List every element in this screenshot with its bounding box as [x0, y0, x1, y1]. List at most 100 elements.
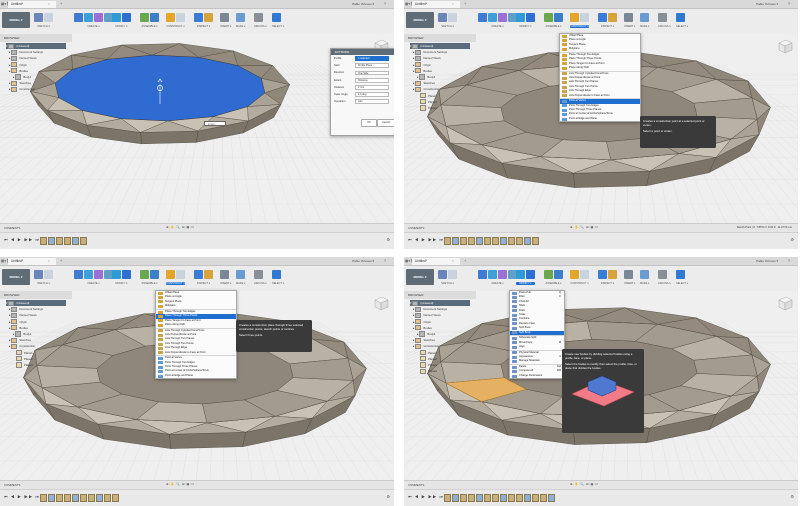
ribbon-group-select[interactable]: SELECT ▾: [676, 11, 688, 33]
tool-icon[interactable]: [438, 13, 447, 22]
tool-icon[interactable]: [150, 270, 159, 279]
ribbon-group-label[interactable]: INSERT ▾: [220, 25, 231, 28]
ribbon-group-insert[interactable]: INSERT ▾: [624, 268, 635, 290]
new-tab-icon[interactable]: +: [60, 1, 62, 7]
tool-icon[interactable]: [236, 270, 245, 279]
menu-item[interactable]: Split Body: [510, 330, 564, 335]
user-menu[interactable]: Pablo Virtuoso ▾: [756, 1, 778, 7]
comments-label[interactable]: COMMENTS: [4, 481, 20, 489]
view-cube[interactable]: [776, 37, 794, 55]
ribbon-group-label[interactable]: MODIFY ▾: [112, 25, 131, 28]
view-cube[interactable]: [372, 294, 390, 312]
ribbon-group-insert[interactable]: INSERT ▾: [624, 11, 635, 33]
user-menu[interactable]: Pablo Virtuoso ▾: [352, 258, 374, 264]
ribbon-group-create[interactable]: CREATE ▾: [478, 268, 517, 290]
gear-icon[interactable]: ⚙: [386, 494, 390, 499]
timeline-feature-icon[interactable]: [452, 237, 459, 245]
help-icon[interactable]: ?: [384, 1, 386, 7]
timeline-feature-icon[interactable]: [484, 494, 491, 502]
comments-label[interactable]: COMMENTS: [408, 224, 424, 232]
tool-icon[interactable]: [254, 13, 263, 22]
visibility-eye-icon[interactable]: ▸: [9, 68, 10, 74]
menu-item[interactable]: Point at Edge and Plane: [156, 374, 236, 378]
browser-panel-header[interactable]: BROWSER: [0, 34, 72, 42]
timeline-feature-icon[interactable]: [476, 237, 483, 245]
tool-icon[interactable]: [624, 270, 633, 279]
ribbon-group-sketch[interactable]: SKETCH ▾: [34, 268, 53, 290]
ribbon-group-select[interactable]: SELECT ▾: [676, 268, 688, 290]
ribbon-group-assemble[interactable]: ASSEMBLE ▾: [544, 268, 563, 290]
timeline-feature-icon[interactable]: [500, 237, 507, 245]
timeline-feature-icon[interactable]: [468, 237, 475, 245]
tool-icon[interactable]: [438, 270, 447, 279]
tool-icon[interactable]: [526, 13, 535, 22]
ribbon-group-label[interactable]: SELECT ▾: [272, 282, 284, 285]
ribbon-group-construct[interactable]: CONSTRUCT ▾: [166, 11, 185, 33]
tool-icon[interactable]: [122, 13, 131, 22]
browser-panel-header[interactable]: BROWSER: [404, 34, 476, 42]
ribbon-group-inspect[interactable]: INSPECT ▾: [194, 11, 213, 33]
tool-icon[interactable]: [580, 270, 589, 279]
browser-tree-item[interactable]: Plane3: [410, 105, 470, 111]
help-icon[interactable]: ?: [384, 258, 386, 264]
tool-icon[interactable]: [498, 13, 507, 22]
browser-panel-header[interactable]: BROWSER: [404, 291, 476, 299]
tool-icon[interactable]: [608, 13, 617, 22]
timeline-feature-icon[interactable]: [468, 494, 475, 502]
close-tab-icon[interactable]: ×: [48, 258, 50, 265]
ribbon-group-make[interactable]: MAKE ▾: [640, 268, 649, 290]
close-tab-icon[interactable]: ×: [452, 258, 454, 265]
timeline-feature-icon[interactable]: [460, 237, 467, 245]
ribbon-group-insert[interactable]: INSERT ▾: [220, 268, 231, 290]
ribbon-group-make[interactable]: MAKE ▾: [236, 268, 245, 290]
tool-icon[interactable]: [176, 13, 185, 22]
ribbon-group-create[interactable]: CREATE ▾: [74, 268, 113, 290]
visibility-eye-icon[interactable]: ▸: [413, 86, 414, 92]
ribbon-group-label[interactable]: ASSEMBLE ▾: [544, 25, 563, 28]
visibility-eye-icon[interactable]: ▸: [413, 343, 414, 349]
distance-input[interactable]: 2 mm: [204, 121, 226, 126]
comments-label[interactable]: COMMENTS: [408, 481, 424, 489]
ribbon-group-label[interactable]: ADD-INS ▾: [658, 25, 671, 28]
browser-tree-item[interactable]: ▸ Construction: [6, 86, 66, 92]
user-menu[interactable]: Pablo Virtuoso ▾: [756, 258, 778, 264]
dialog-field[interactable]: One Side: [355, 70, 389, 76]
navigation-controls[interactable]: ⊕·✋·🔍·⊞·▦·⊡: [166, 225, 194, 231]
close-tab-icon[interactable]: ×: [48, 1, 50, 8]
ribbon-group-label[interactable]: SKETCH ▾: [34, 25, 53, 28]
user-menu[interactable]: Pablo Virtuoso ▾: [352, 1, 374, 7]
ribbon-group-label[interactable]: ASSEMBLE ▾: [140, 282, 159, 285]
tool-icon[interactable]: [140, 13, 149, 22]
ribbon-group-label[interactable]: INSPECT ▾: [598, 282, 617, 285]
timeline-feature-icon[interactable]: [104, 494, 111, 502]
ribbon-group-label[interactable]: CREATE ▾: [478, 282, 517, 285]
tool-icon[interactable]: [488, 270, 497, 279]
timeline-playback-controls[interactable]: ⏮ ◀ ▶ ▶▶ ⏭: [4, 494, 40, 499]
visibility-eye-icon[interactable]: ▸: [417, 331, 418, 337]
timeline-feature-icon[interactable]: [80, 494, 87, 502]
tool-icon[interactable]: [554, 270, 563, 279]
tool-icon[interactable]: [84, 13, 93, 22]
menu-item[interactable]: Align: [510, 345, 564, 349]
dialog-field[interactable]: Join: [355, 99, 389, 105]
timeline-feature-icon[interactable]: [500, 494, 507, 502]
timeline-feature-icon[interactable]: [532, 237, 539, 245]
timeline-playback-controls[interactable]: ⏮ ◀ ▶ ▶▶ ⏭: [408, 494, 444, 499]
timeline-feature-icon[interactable]: [88, 494, 95, 502]
menu-item[interactable]: Plane Along Path: [156, 323, 236, 327]
ribbon-group-addins[interactable]: ADD-INS ▾: [254, 11, 267, 33]
ribbon-group-label[interactable]: CREATE ▾: [74, 282, 113, 285]
timeline-playback-controls[interactable]: ⏮ ◀ ▶ ▶▶ ⏭: [408, 237, 444, 242]
timeline-feature-icon[interactable]: [72, 494, 79, 502]
tool-icon[interactable]: [74, 13, 83, 22]
visibility-eye-icon[interactable]: ▾: [410, 43, 411, 49]
tool-icon[interactable]: [598, 13, 607, 22]
ribbon-group-label[interactable]: ADD-INS ▾: [658, 282, 671, 285]
tool-icon[interactable]: [580, 13, 589, 22]
ribbon-group-assemble[interactable]: ASSEMBLE ▾: [140, 268, 159, 290]
timeline-feature-icon[interactable]: [508, 494, 515, 502]
help-icon[interactable]: ?: [788, 1, 790, 7]
timeline-feature-icon[interactable]: [64, 237, 71, 245]
timeline-feature-icon[interactable]: [484, 237, 491, 245]
menu-item[interactable]: Axis Perpendicular to Face at Point: [156, 351, 236, 355]
